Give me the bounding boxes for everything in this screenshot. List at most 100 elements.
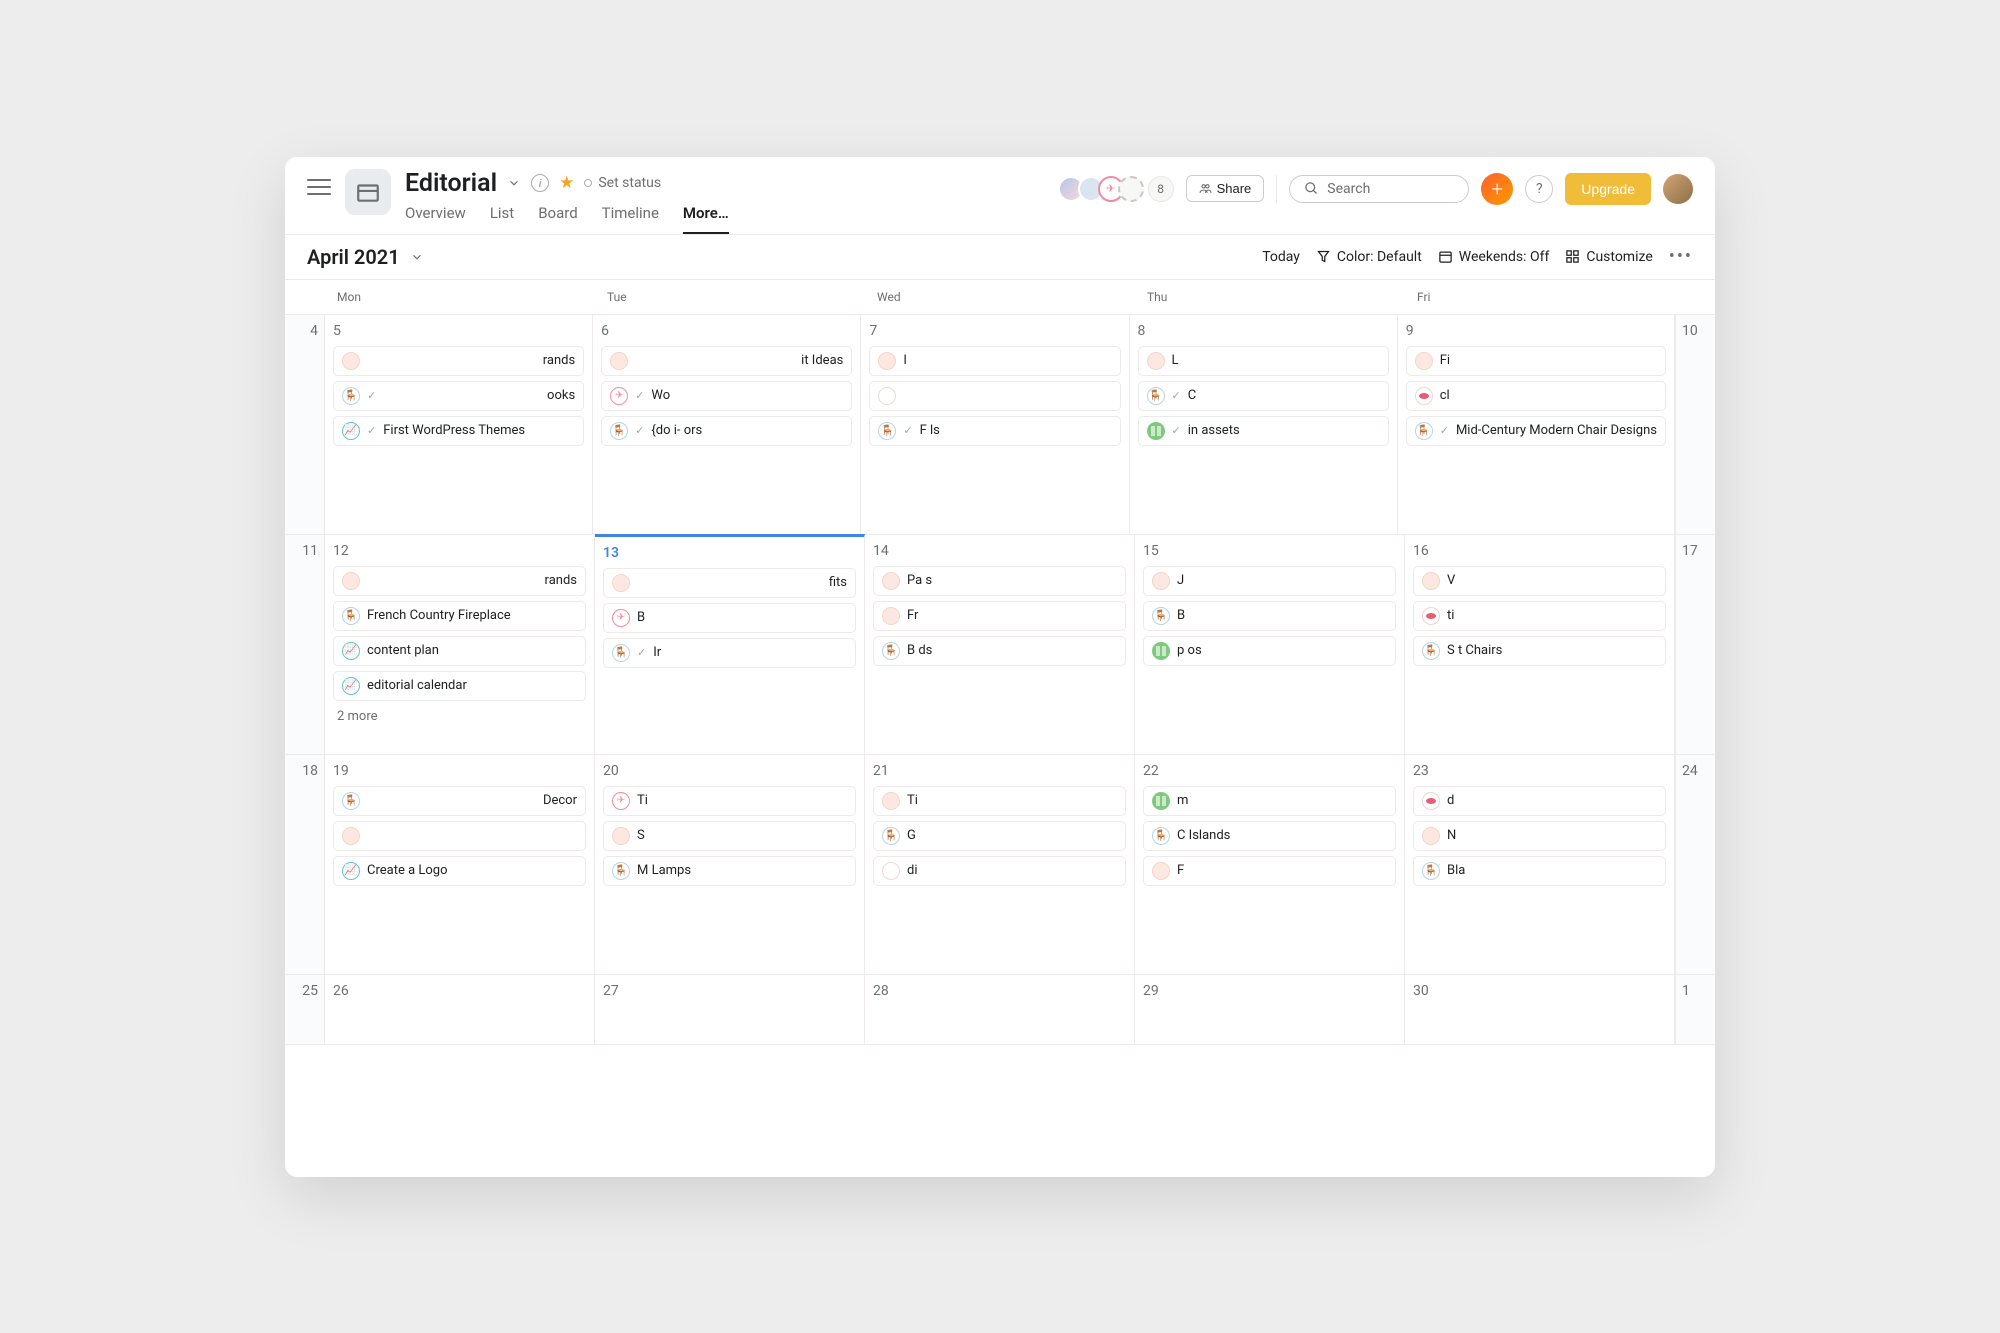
task-card[interactable]: 🪑B ds xyxy=(873,636,1126,666)
more-tasks-link[interactable]: 2 more xyxy=(333,706,586,727)
avatar-count[interactable]: 8 xyxy=(1148,176,1174,202)
task-card[interactable]: 🪑✓C xyxy=(1138,381,1389,411)
task-card[interactable]: J xyxy=(1143,566,1396,596)
weekend-cell[interactable]: 24 xyxy=(1675,755,1715,975)
weekend-cell[interactable]: 18 xyxy=(285,755,325,975)
task-card[interactable]: 🪑✓{do i- ors xyxy=(601,416,852,446)
info-icon[interactable]: i xyxy=(531,174,549,192)
task-card[interactable]: di xyxy=(873,856,1126,886)
task-card[interactable]: Ti xyxy=(873,786,1126,816)
avatar-stack[interactable]: ✈ 8 xyxy=(1064,176,1174,202)
project-title[interactable]: Editorial xyxy=(405,169,497,198)
day-cell[interactable]: 13fits✈B🪑✓Ir xyxy=(595,534,865,755)
task-card[interactable]: cl xyxy=(1406,381,1666,411)
tab-board[interactable]: Board xyxy=(538,204,577,234)
task-card[interactable]: 🪑B xyxy=(1143,601,1396,631)
task-card[interactable]: ✓in assets xyxy=(1138,416,1389,446)
task-card[interactable]: Pa s xyxy=(873,566,1126,596)
task-card[interactable]: Fr xyxy=(873,601,1126,631)
menu-icon[interactable] xyxy=(307,175,331,199)
tab-overview[interactable]: Overview xyxy=(405,204,466,234)
avatar-add[interactable] xyxy=(1118,176,1144,202)
weekend-cell[interactable]: 10 xyxy=(1675,315,1715,535)
task-card[interactable]: L xyxy=(1138,346,1389,376)
search-input[interactable]: Search xyxy=(1289,175,1469,203)
tab-timeline[interactable]: Timeline xyxy=(602,204,659,234)
share-button[interactable]: Share xyxy=(1186,175,1265,202)
task-card[interactable] xyxy=(333,821,586,851)
task-card[interactable]: N xyxy=(1413,821,1666,851)
task-card[interactable]: 📈editorial calendar xyxy=(333,671,586,701)
task-card[interactable]: d xyxy=(1413,786,1666,816)
task-card[interactable] xyxy=(869,381,1120,411)
task-card[interactable]: ✈B xyxy=(603,603,856,633)
customize-button[interactable]: Customize xyxy=(1565,249,1652,265)
day-cell[interactable]: 14Pa sFr🪑B ds xyxy=(865,535,1135,755)
weekend-cell[interactable]: 11 xyxy=(285,535,325,755)
day-cell[interactable]: 6it Ideas✈✓Wo🪑✓{do i- ors xyxy=(593,315,861,535)
task-card[interactable]: 🪑✓Mid-Century Modern Chair Designs xyxy=(1406,416,1666,446)
project-icon[interactable] xyxy=(345,169,391,215)
color-filter[interactable]: Color: Default xyxy=(1316,249,1422,265)
task-card[interactable]: rands xyxy=(333,566,586,596)
day-cell[interactable]: 8L🪑✓C✓in assets xyxy=(1130,315,1398,535)
task-card[interactable]: 🪑G xyxy=(873,821,1126,851)
task-card[interactable]: 📈content plan xyxy=(333,636,586,666)
task-card[interactable]: p os xyxy=(1143,636,1396,666)
day-cell[interactable]: 15J🪑Bp os xyxy=(1135,535,1405,755)
weekends-toggle[interactable]: Weekends: Off xyxy=(1438,249,1550,265)
task-card[interactable]: 🪑✓Ir xyxy=(603,638,856,668)
task-card[interactable]: 🪑Decor xyxy=(333,786,586,816)
day-cell[interactable]: 7I🪑✓F ls xyxy=(861,315,1129,535)
add-button[interactable]: + xyxy=(1481,173,1513,205)
more-options[interactable]: ••• xyxy=(1669,246,1693,267)
task-card[interactable]: 📈Create a Logo xyxy=(333,856,586,886)
day-cell[interactable]: 30 xyxy=(1405,975,1675,1045)
day-cell[interactable]: 5rands🪑✓ooks📈✓First WordPress Themes xyxy=(325,315,593,535)
chevron-down-icon[interactable] xyxy=(507,176,521,190)
day-cell[interactable]: 9Ficl🪑✓Mid-Century Modern Chair Designs xyxy=(1398,315,1675,535)
task-card[interactable]: I xyxy=(869,346,1120,376)
task-card[interactable]: it Ideas xyxy=(601,346,852,376)
task-card[interactable]: 📈✓First WordPress Themes xyxy=(333,416,584,446)
task-card[interactable]: 🪑Bla xyxy=(1413,856,1666,886)
upgrade-button[interactable]: Upgrade xyxy=(1565,173,1651,205)
task-card[interactable]: 🪑S t Chairs xyxy=(1413,636,1666,666)
day-cell[interactable]: 26 xyxy=(325,975,595,1045)
user-avatar[interactable] xyxy=(1663,174,1693,204)
today-button[interactable]: Today xyxy=(1262,249,1300,265)
tab-list[interactable]: List xyxy=(490,204,514,234)
day-cell[interactable]: 29 xyxy=(1135,975,1405,1045)
help-button[interactable]: ? xyxy=(1525,175,1553,203)
day-cell[interactable]: 19🪑Decor📈Create a Logo xyxy=(325,755,595,975)
task-card[interactable]: S xyxy=(603,821,856,851)
weekend-cell[interactable]: 25 xyxy=(285,975,325,1045)
task-card[interactable]: ✈✓Wo xyxy=(601,381,852,411)
task-card[interactable]: 🪑French Country Fireplace xyxy=(333,601,586,631)
weekend-cell[interactable]: 4 xyxy=(285,315,325,535)
day-cell[interactable]: 12rands🪑French Country Fireplace📈content… xyxy=(325,535,595,755)
weekend-cell[interactable]: 17 xyxy=(1675,535,1715,755)
day-cell[interactable]: 23dN🪑Bla xyxy=(1405,755,1675,975)
day-cell[interactable]: 21Ti🪑Gdi xyxy=(865,755,1135,975)
day-cell[interactable]: 27 xyxy=(595,975,865,1045)
task-card[interactable]: Fi xyxy=(1406,346,1666,376)
task-card[interactable]: 🪑✓ooks xyxy=(333,381,584,411)
tab-more[interactable]: More… xyxy=(683,204,729,234)
task-card[interactable]: 🪑C Islands xyxy=(1143,821,1396,851)
task-card[interactable]: rands xyxy=(333,346,584,376)
month-picker[interactable]: April 2021 xyxy=(307,245,424,269)
task-card[interactable]: F xyxy=(1143,856,1396,886)
status-button[interactable]: Set status xyxy=(584,175,661,191)
task-card[interactable]: 🪑✓F ls xyxy=(869,416,1120,446)
day-cell[interactable]: 22m🪑C IslandsF xyxy=(1135,755,1405,975)
weekend-cell[interactable]: 1 xyxy=(1675,975,1715,1045)
star-icon[interactable]: ★ xyxy=(559,173,574,193)
task-card[interactable]: fits xyxy=(603,568,856,598)
day-cell[interactable]: 20✈TiS🪑M Lamps xyxy=(595,755,865,975)
day-cell[interactable]: 28 xyxy=(865,975,1135,1045)
day-cell[interactable]: 16Vti🪑S t Chairs xyxy=(1405,535,1675,755)
task-card[interactable]: 🪑M Lamps xyxy=(603,856,856,886)
task-card[interactable]: V xyxy=(1413,566,1666,596)
task-card[interactable]: ti xyxy=(1413,601,1666,631)
